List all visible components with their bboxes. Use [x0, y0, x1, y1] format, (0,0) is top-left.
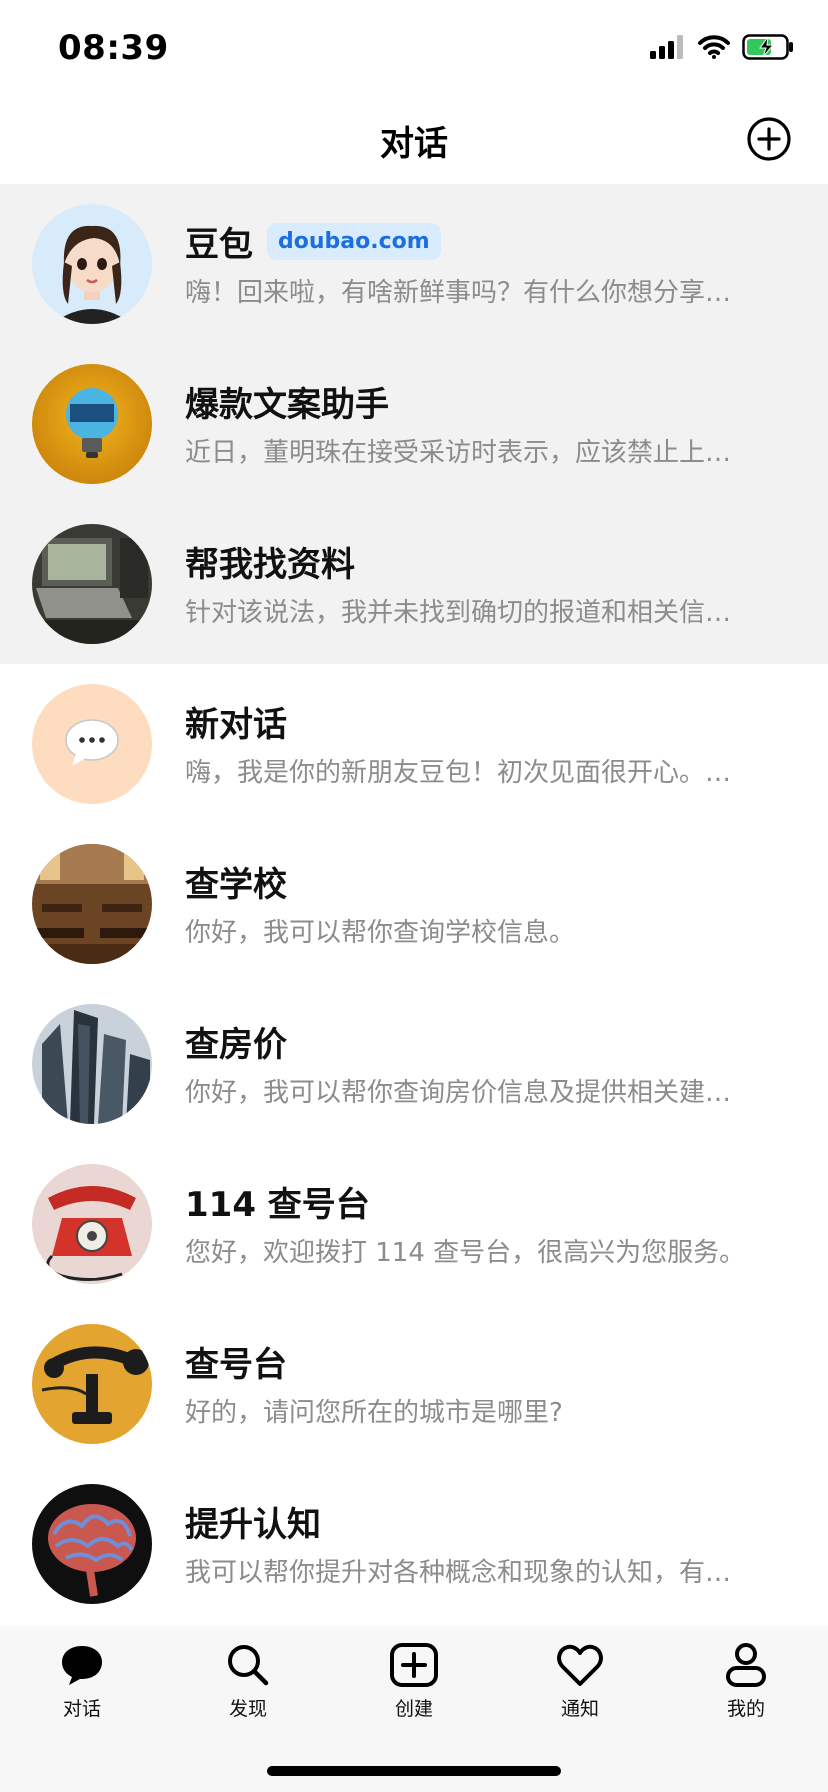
- red-telephone-avatar: [32, 1164, 152, 1284]
- classroom-avatar: [32, 844, 152, 964]
- chat-preview: 你好，我可以帮你查询房价信息及提供相关建…: [185, 1078, 732, 1108]
- chat-preview: 你好，我可以帮你查询学校信息。: [185, 918, 576, 948]
- chat-row-114[interactable]: 114 查号台 您好，欢迎拨打 114 查号台，很高兴为您服务。: [0, 1144, 828, 1304]
- chat-title: 豆包: [185, 225, 253, 265]
- chat-title: 提升认知: [185, 1505, 321, 1545]
- chat-preview: 嗨，我是你的新朋友豆包！初次见面很开心。…: [185, 758, 732, 788]
- chat-title: 查学校: [185, 865, 287, 905]
- buildings-avatar: [32, 1004, 152, 1124]
- chat-list: 豆包 doubao.com 嗨！回来啦，有啥新鲜事吗？有什么你想分享… 爆款文案…: [0, 184, 828, 1624]
- brain-avatar: [32, 1484, 152, 1604]
- chat-row-school[interactable]: 查学校 你好，我可以帮你查询学校信息。: [0, 824, 828, 984]
- chat-row-directory[interactable]: 查号台 好的，请问您所在的城市是哪里?: [0, 1304, 828, 1464]
- heart-icon: [557, 1644, 603, 1686]
- battery-charging-icon: [742, 34, 793, 60]
- chat-title: 查号台: [185, 1345, 287, 1385]
- page-title: 对话: [380, 124, 448, 164]
- domain-badge: doubao.com: [267, 223, 441, 260]
- status-bar: 08:39: [0, 0, 828, 96]
- tab-label: 创建: [394, 1698, 433, 1720]
- chat-title: 查房价: [185, 1025, 287, 1065]
- new-chat-button[interactable]: [746, 116, 792, 162]
- chat-preview: 好的，请问您所在的城市是哪里?: [185, 1398, 563, 1428]
- signal-icon: [650, 35, 683, 59]
- chat-row-new-chat[interactable]: 新对话 嗨，我是你的新朋友豆包！初次见面很开心。…: [0, 664, 828, 824]
- chat-icon: [62, 1646, 102, 1685]
- chat-row-doubao[interactable]: 豆包 doubao.com 嗨！回来啦，有啥新鲜事吗？有什么你想分享…: [0, 184, 828, 344]
- status-icons: [650, 34, 794, 60]
- tab-label: 对话: [62, 1698, 101, 1720]
- create-icon: [390, 1643, 438, 1687]
- tab-create[interactable]: 创建: [354, 1642, 474, 1742]
- laptop-avatar: [32, 524, 152, 644]
- chat-preview: 您好，欢迎拨打 114 查号台，很高兴为您服务。: [185, 1238, 746, 1268]
- old-telephone-avatar: [32, 1324, 152, 1444]
- lightbulb-avatar: [32, 364, 152, 484]
- chat-title: 新对话: [185, 705, 287, 745]
- tab-label: 通知: [560, 1698, 599, 1720]
- profile-icon: [726, 1643, 766, 1687]
- chat-row-find-info[interactable]: 帮我找资料 针对该说法，我并未找到确切的报道和相关信…: [0, 504, 828, 664]
- chat-preview: 针对该说法，我并未找到确切的报道和相关信…: [185, 598, 732, 628]
- nav-bar: 对话: [0, 96, 828, 184]
- tab-chat[interactable]: 对话: [22, 1642, 142, 1742]
- home-indicator: [267, 1766, 561, 1776]
- chat-title: 爆款文案助手: [185, 385, 389, 425]
- chat-preview: 嗨！回来啦，有啥新鲜事吗？有什么你想分享…: [185, 278, 732, 308]
- chat-row-house-price[interactable]: 查房价 你好，我可以帮你查询房价信息及提供相关建…: [0, 984, 828, 1144]
- tab-label: 发现: [228, 1698, 267, 1720]
- tab-profile[interactable]: 我的: [686, 1642, 806, 1742]
- chat-row-cognition[interactable]: 提升认知 我可以帮你提升对各种概念和现象的认知，有…: [0, 1464, 828, 1624]
- wifi-icon: [698, 35, 730, 59]
- chat-bubble-avatar: [32, 684, 152, 804]
- tab-notifications[interactable]: 通知: [520, 1642, 640, 1742]
- status-time: 08:39: [58, 28, 169, 68]
- chat-row-copywriting[interactable]: 爆款文案助手 近日，董明珠在接受采访时表示，应该禁止上…: [0, 344, 828, 504]
- search-icon: [228, 1645, 269, 1686]
- chat-preview: 我可以帮你提升对各种概念和现象的认知，有…: [185, 1558, 732, 1588]
- doubao-avatar: [32, 204, 152, 324]
- chat-preview: 近日，董明珠在接受采访时表示，应该禁止上…: [185, 438, 732, 468]
- tab-label: 我的: [726, 1698, 765, 1720]
- tab-discover[interactable]: 发现: [188, 1642, 308, 1742]
- chat-title: 帮我找资料: [185, 545, 355, 585]
- chat-title: 114 查号台: [185, 1185, 370, 1225]
